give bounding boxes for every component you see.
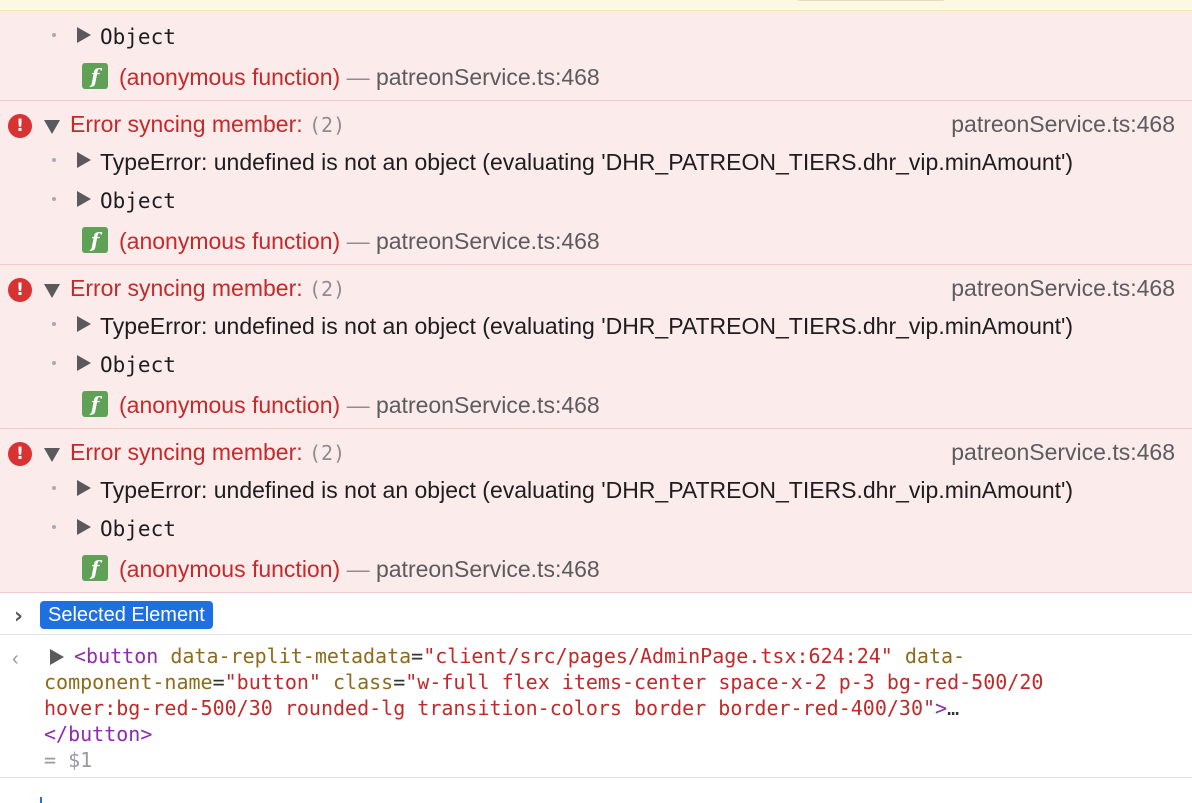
bullet bbox=[52, 158, 56, 162]
error-count: (2) bbox=[309, 277, 346, 301]
stack-source-link[interactable]: patreonService.ts:468 bbox=[376, 556, 600, 582]
stack-separator: — bbox=[346, 392, 370, 418]
disclosure-triangle-icon[interactable] bbox=[77, 480, 91, 496]
disclosure-triangle-icon[interactable] bbox=[44, 120, 60, 134]
bullet bbox=[52, 322, 56, 326]
stack-separator: — bbox=[346, 64, 370, 90]
attr-value: "w-full flex items-center space-x-2 p-3 … bbox=[405, 670, 1044, 694]
attr-eq: = bbox=[212, 670, 225, 694]
error-header-row[interactable]: ! Error syncing member: (2) patreonServi… bbox=[0, 432, 1192, 470]
error-header-row[interactable]: ! Error syncing member: (2) patreonServi… bbox=[0, 104, 1192, 142]
attr-name: component-name bbox=[44, 670, 213, 694]
disclosure-triangle-icon[interactable] bbox=[77, 191, 91, 207]
error-message: ! Error syncing member: (2) patreonServi… bbox=[0, 265, 1192, 429]
error-count: (2) bbox=[309, 113, 346, 137]
attr-name: data- bbox=[892, 644, 966, 668]
attr-eq: = bbox=[393, 670, 406, 694]
type-error-row[interactable]: TypeError: undefined is not an object (e… bbox=[0, 142, 1192, 180]
object-label: Object bbox=[100, 353, 176, 377]
bullet bbox=[52, 525, 56, 529]
stack-separator: — bbox=[346, 228, 370, 254]
type-error-row[interactable]: TypeError: undefined is not an object (e… bbox=[0, 470, 1192, 508]
type-error-text: TypeError: undefined is not an object (e… bbox=[100, 149, 1074, 175]
selected-element-badge[interactable]: Selected Element bbox=[40, 601, 213, 629]
stack-function-name: (anonymous function) bbox=[119, 556, 341, 582]
error-icon: ! bbox=[8, 278, 32, 302]
object-row[interactable]: Object bbox=[0, 345, 1192, 383]
output-arrow-icon: ‹ bbox=[12, 648, 19, 670]
object-label: Object bbox=[100, 189, 176, 213]
attr-value: hover:bg-red-500/30 rounded-lg transitio… bbox=[44, 696, 936, 720]
stack-separator: — bbox=[346, 556, 370, 582]
chevron-right-icon: › bbox=[14, 604, 24, 629]
error-block-tail: Object f (anonymous function) — patreonS… bbox=[0, 11, 1192, 101]
stack-frame-row[interactable]: f (anonymous function) — patreonService.… bbox=[0, 57, 1192, 95]
error-source-link[interactable]: patreonService.ts:468 bbox=[951, 439, 1175, 465]
divider bbox=[0, 777, 1192, 778]
attr-value: "button" bbox=[224, 670, 321, 694]
bullet bbox=[52, 361, 56, 365]
error-count: (2) bbox=[309, 441, 346, 465]
stack-function-name: (anonymous function) bbox=[119, 64, 341, 90]
open-tag: <button bbox=[74, 644, 159, 668]
object-label: Object bbox=[100, 25, 176, 49]
stack-frame-row[interactable]: f (anonymous function) — patreonService.… bbox=[0, 385, 1192, 423]
stack-source-link[interactable]: patreonService.ts:468 bbox=[376, 64, 600, 90]
result-variable: = $1 bbox=[44, 748, 93, 772]
error-message: ! Error syncing member: (2) patreonServi… bbox=[0, 429, 1192, 593]
stack-frame-row[interactable]: f (anonymous function) — patreonService.… bbox=[0, 221, 1192, 259]
object-row[interactable]: Object bbox=[0, 181, 1192, 219]
disclosure-triangle-icon[interactable] bbox=[44, 284, 60, 298]
error-title: Error syncing member: (2) bbox=[70, 111, 346, 137]
disclosure-triangle-icon[interactable] bbox=[77, 27, 91, 43]
error-title: Error syncing member: (2) bbox=[70, 439, 346, 465]
disclosure-triangle-icon[interactable] bbox=[77, 355, 91, 371]
type-error-row[interactable]: TypeError: undefined is not an object (e… bbox=[0, 306, 1192, 344]
stack-frame-row[interactable]: f (anonymous function) — patreonService.… bbox=[0, 549, 1192, 587]
error-title: Error syncing member: (2) bbox=[70, 275, 346, 301]
close-tag: </button> bbox=[44, 722, 153, 746]
error-message: ! Error syncing member: (2) patreonServi… bbox=[0, 101, 1192, 265]
function-icon: f bbox=[82, 555, 108, 581]
object-row[interactable]: Object bbox=[0, 509, 1192, 547]
stack-source-link[interactable]: patreonService.ts:468 bbox=[376, 392, 600, 418]
stack-source-link[interactable]: patreonService.ts:468 bbox=[376, 228, 600, 254]
divider bbox=[0, 634, 1192, 635]
strip-tab bbox=[796, 0, 946, 1]
attr-value: "client/src/pages/AdminPage.tsx:624:24" bbox=[423, 644, 893, 668]
function-icon: f bbox=[82, 391, 108, 417]
stack-function-name: (anonymous function) bbox=[119, 392, 341, 418]
bullet bbox=[52, 486, 56, 490]
type-error-text: TypeError: undefined is not an object (e… bbox=[100, 313, 1074, 339]
attr-name: class bbox=[320, 670, 394, 694]
function-icon: f bbox=[82, 227, 108, 253]
previous-message-strip bbox=[0, 0, 1192, 11]
error-icon: ! bbox=[8, 442, 32, 466]
element-output[interactable]: <button data-replit-metadata="client/src… bbox=[44, 643, 1174, 773]
attr-eq: = bbox=[411, 644, 424, 668]
type-error-text: TypeError: undefined is not an object (e… bbox=[100, 477, 1074, 503]
bullet bbox=[52, 33, 56, 37]
stack-function-name: (anonymous function) bbox=[119, 228, 341, 254]
function-icon: f bbox=[82, 63, 108, 89]
close-bracket: > bbox=[935, 696, 948, 720]
error-header-row[interactable]: ! Error syncing member: (2) patreonServi… bbox=[0, 268, 1192, 306]
error-source-link[interactable]: patreonService.ts:468 bbox=[951, 111, 1175, 137]
object-row[interactable]: Object bbox=[0, 17, 1192, 55]
disclosure-triangle-icon[interactable] bbox=[77, 316, 91, 332]
error-source-link[interactable]: patreonService.ts:468 bbox=[951, 275, 1175, 301]
object-label: Object bbox=[100, 517, 176, 541]
error-icon: ! bbox=[8, 114, 32, 138]
disclosure-triangle-icon[interactable] bbox=[77, 519, 91, 535]
ellipsis[interactable]: … bbox=[947, 696, 959, 720]
console-output-area: › Selected Element ‹ <button data-replit… bbox=[0, 593, 1192, 802]
disclosure-triangle-icon[interactable] bbox=[44, 448, 60, 462]
disclosure-triangle-icon[interactable] bbox=[77, 152, 91, 168]
attr-name: data-replit-metadata bbox=[158, 644, 412, 668]
console-prompt-cursor[interactable] bbox=[40, 797, 42, 803]
bullet bbox=[52, 197, 56, 201]
